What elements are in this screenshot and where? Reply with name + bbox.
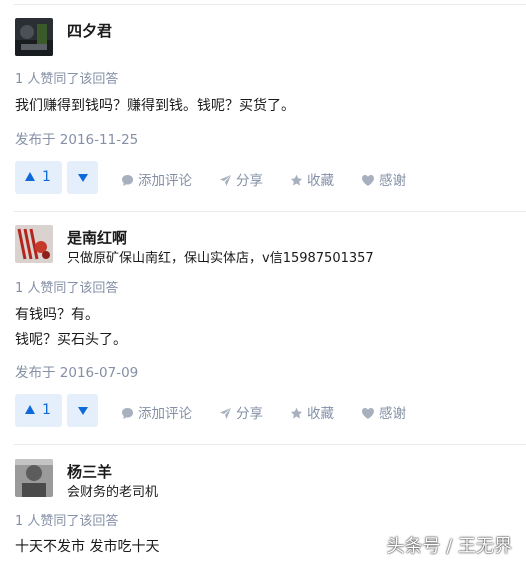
upvote-button[interactable]: 1 [15, 394, 62, 427]
answer-content: 有钱吗？有。 [15, 307, 99, 323]
answer-actions: 1 添加评论 分享 收藏 感谢 [15, 161, 515, 194]
thanks-button[interactable]: 感谢 [361, 169, 406, 189]
share-icon [220, 175, 231, 186]
thanks-label: 感谢 [379, 173, 406, 189]
vote-count-text: 1 人赞同了该回答 [15, 514, 119, 529]
add-comment-button[interactable]: 添加评论 [121, 402, 192, 422]
publish-date[interactable]: 发布于 2016-11-25 [15, 128, 138, 148]
vote-count-text: 1 人赞同了该回答 [15, 72, 119, 87]
heart-icon [362, 408, 374, 419]
answer-content: 我们赚得到钱吗？赚得到钱。钱呢？买货了。 [15, 98, 295, 114]
avatar[interactable] [15, 225, 53, 263]
comment-icon [122, 175, 133, 186]
upvote-count: 1 [42, 169, 51, 185]
answer-actions: 1 添加评论 分享 收藏 感谢 [15, 394, 515, 427]
divider [14, 4, 526, 5]
downvote-icon [78, 174, 88, 182]
star-icon [290, 174, 303, 186]
star-icon [290, 407, 303, 419]
avatar[interactable] [15, 18, 53, 56]
answer-content: 十天不发市 发市吃十天 [15, 539, 160, 555]
favorite-label: 收藏 [307, 173, 334, 189]
downvote-button[interactable] [67, 161, 98, 194]
upvote-count: 1 [42, 402, 51, 418]
favorite-label: 收藏 [307, 406, 334, 422]
favorite-button[interactable]: 收藏 [290, 169, 334, 189]
downvote-button[interactable] [67, 394, 98, 427]
favorite-button[interactable]: 收藏 [290, 402, 334, 422]
upvote-button[interactable]: 1 [15, 161, 62, 194]
add-comment-button[interactable]: 添加评论 [121, 169, 192, 189]
downvote-icon [78, 407, 88, 415]
add-comment-label: 添加评论 [138, 173, 192, 189]
avatar[interactable] [15, 459, 53, 497]
author-info: 杨三羊 会财务的老司机 [15, 459, 515, 500]
author-info: 四夕君 [15, 18, 515, 58]
publish-date[interactable]: 发布于 2016-07-09 [15, 361, 138, 381]
vote-count-text: 1 人赞同了该回答 [15, 281, 119, 296]
upvote-icon [25, 405, 35, 414]
share-button[interactable]: 分享 [219, 169, 263, 189]
author-info: 是南红啊 只做原矿保山南红，保山实体店，v信15987501357 [15, 225, 515, 266]
watermark-text: 头条号 / 王无界 [386, 536, 512, 557]
share-button[interactable]: 分享 [219, 402, 263, 422]
add-comment-label: 添加评论 [138, 406, 192, 422]
divider [14, 211, 526, 212]
answer-content: 钱呢？买石头了。 [15, 332, 127, 348]
author-name[interactable]: 四夕君 [67, 20, 112, 41]
share-icon [220, 408, 231, 419]
author-name[interactable]: 是南红啊 [67, 227, 127, 248]
share-label: 分享 [236, 406, 263, 422]
upvote-icon [25, 172, 35, 181]
author-bio: 会财务的老司机 [67, 485, 159, 500]
author-name[interactable]: 杨三羊 [67, 461, 112, 482]
thanks-button[interactable]: 感谢 [361, 402, 406, 422]
author-bio: 只做原矿保山南红，保山实体店，v信15987501357 [67, 251, 374, 266]
thanks-label: 感谢 [379, 406, 406, 422]
share-label: 分享 [236, 173, 263, 189]
divider [14, 444, 526, 445]
comment-icon [122, 408, 133, 419]
heart-icon [362, 175, 374, 186]
